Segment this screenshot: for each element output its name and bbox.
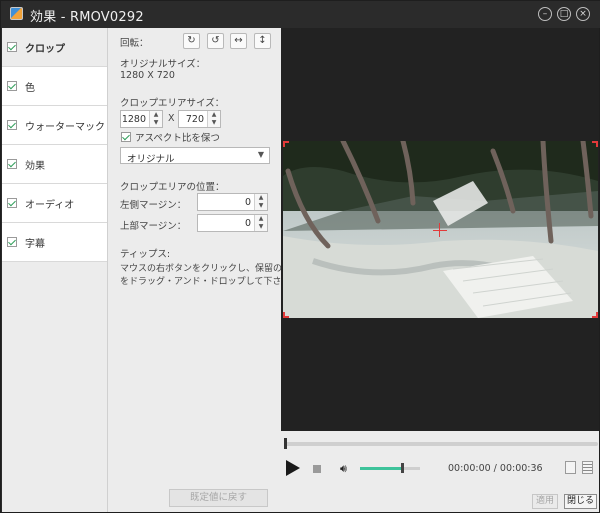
close-button[interactable]: 閉じる <box>564 494 597 509</box>
seek-bar[interactable] <box>284 442 598 446</box>
play-icon[interactable] <box>286 460 300 476</box>
app-icon <box>10 7 23 20</box>
tips-text-line-2: をドラッグ・アンド・ドロップして下さい。 <box>120 277 300 287</box>
chevron-up-icon[interactable]: ▲ <box>255 215 267 223</box>
window-title: 効果 - RMOV0292 <box>30 10 144 25</box>
crop-height-value: 720 <box>185 114 204 125</box>
sidebar-item-label: オーディオ <box>25 200 75 211</box>
watermark-enable-checkbox[interactable] <box>7 120 17 130</box>
effects-sidebar: クロップ 色 ウォーターマック 効果 オーディオ 字幕 <box>2 28 108 512</box>
original-size-label: オリジナルサイズ： <box>120 59 206 70</box>
single-view-icon[interactable] <box>565 461 576 474</box>
crop-width-arrows[interactable]: ▲ ▼ <box>149 111 162 127</box>
title-bar[interactable]: 効果 - RMOV0292 – □ × <box>1 1 600 28</box>
crop-handle-bottom-left[interactable] <box>283 312 289 318</box>
crop-width-value: 1280 <box>121 114 146 125</box>
crop-height-arrows[interactable]: ▲ ▼ <box>207 111 220 127</box>
chevron-up-icon[interactable]: ▲ <box>208 111 220 119</box>
sidebar-item-label: ウォーターマック <box>25 122 105 133</box>
keep-aspect-checkbox[interactable] <box>121 132 131 142</box>
left-margin-label: 左側マージン： <box>120 200 187 211</box>
crop-area-size-label: クロップエリアサイズ： <box>120 98 225 109</box>
chevron-up-icon[interactable]: ▲ <box>255 194 267 202</box>
chevron-down-icon[interactable]: ▼ <box>255 223 267 231</box>
top-margin-arrows[interactable]: ▲ ▼ <box>254 215 267 231</box>
volume-level-fill <box>360 467 402 470</box>
volume-handle[interactable] <box>401 463 404 473</box>
sidebar-item-watermark[interactable]: ウォーターマック <box>2 106 107 145</box>
effects-window: 効果 - RMOV0292 – □ × クロップ 色 ウォーターマック 効果 オ… <box>0 0 600 513</box>
crop-center-crosshair-h[interactable] <box>433 230 447 231</box>
sidebar-item-label: 効果 <box>25 161 45 172</box>
window-content: クロップ 色 ウォーターマック 効果 オーディオ 字幕 回転： ↻ ↺ ↔ ↕ … <box>2 28 599 512</box>
volume-icon[interactable]: 🔊︎ <box>340 462 347 476</box>
crop-height-stepper[interactable]: 720 ▲ ▼ <box>178 110 221 128</box>
crop-enable-checkbox[interactable] <box>7 42 17 52</box>
crop-handle-top-left[interactable] <box>283 141 289 147</box>
rotate-cw-icon[interactable]: ↻ <box>183 33 200 49</box>
crop-position-label: クロップエリアの位置： <box>120 182 225 193</box>
sidebar-item-crop[interactable]: クロップ <box>2 28 107 67</box>
top-margin-value: 0 <box>244 218 251 229</box>
rotate-label: 回転： <box>120 38 149 49</box>
chevron-down-icon[interactable]: ▼ <box>208 119 220 127</box>
left-margin-arrows[interactable]: ▲ ▼ <box>254 194 267 210</box>
flip-vertical-icon[interactable]: ↕ <box>254 33 271 49</box>
top-margin-stepper[interactable]: 0 ▲ ▼ <box>197 214 268 232</box>
video-preview[interactable] <box>281 28 599 431</box>
filmstrip-icon[interactable] <box>582 461 593 474</box>
video-frame[interactable] <box>283 141 598 318</box>
maximize-button[interactable]: □ <box>557 7 571 21</box>
tips-label: ティップス: <box>120 249 171 260</box>
sidebar-item-subtitles[interactable]: 字幕 <box>2 223 107 262</box>
crop-handle-top-right[interactable] <box>592 141 598 147</box>
reset-defaults-button[interactable]: 既定値に戻す <box>169 489 268 507</box>
apply-button[interactable]: 適用 <box>532 494 558 509</box>
sidebar-item-color[interactable]: 色 <box>2 67 107 106</box>
close-window-button[interactable]: × <box>576 7 590 21</box>
seek-handle[interactable] <box>284 438 287 449</box>
left-margin-value: 0 <box>244 197 251 208</box>
minimize-button[interactable]: – <box>538 7 552 21</box>
sidebar-item-label: クロップ <box>25 44 65 55</box>
tips-text-line-1: マウスの右ボタンをクリックし、保留の部分 <box>120 264 301 274</box>
dimension-separator: X <box>168 113 175 124</box>
top-margin-label: 上部マージン： <box>120 221 187 232</box>
sidebar-item-effects[interactable]: 効果 <box>2 145 107 184</box>
original-size-value: 1280 X 720 <box>120 70 175 81</box>
crop-settings-panel: 回転： ↻ ↺ ↔ ↕ オリジナルサイズ： 1280 X 720 クロップエリア… <box>109 28 300 512</box>
flip-horizontal-icon[interactable]: ↔ <box>230 33 247 49</box>
aspect-ratio-select[interactable]: オリジナル ▼ <box>120 147 270 165</box>
sidebar-item-label: 色 <box>25 83 35 94</box>
stop-icon[interactable] <box>313 465 321 473</box>
playback-time: 00:00:00 / 00:00:36 <box>448 463 543 474</box>
crop-width-stepper[interactable]: 1280 ▲ ▼ <box>120 110 163 128</box>
crop-handle-bottom-right[interactable] <box>592 312 598 318</box>
sidebar-item-label: 字幕 <box>25 239 45 250</box>
effects-enable-checkbox[interactable] <box>7 159 17 169</box>
keep-aspect-label: アスペクト比を保つ <box>135 133 220 144</box>
chevron-down-icon[interactable]: ▼ <box>255 202 267 210</box>
chevron-down-icon: ▼ <box>257 150 264 159</box>
rotate-ccw-icon[interactable]: ↺ <box>207 33 224 49</box>
chevron-down-icon[interactable]: ▼ <box>150 119 162 127</box>
aspect-ratio-value: オリジナル <box>127 154 175 165</box>
crop-center-crosshair-v[interactable] <box>439 223 440 237</box>
sidebar-item-audio[interactable]: オーディオ <box>2 184 107 223</box>
subtitles-enable-checkbox[interactable] <box>7 237 17 247</box>
chevron-up-icon[interactable]: ▲ <box>150 111 162 119</box>
audio-enable-checkbox[interactable] <box>7 198 17 208</box>
left-margin-stepper[interactable]: 0 ▲ ▼ <box>197 193 268 211</box>
color-enable-checkbox[interactable] <box>7 81 17 91</box>
